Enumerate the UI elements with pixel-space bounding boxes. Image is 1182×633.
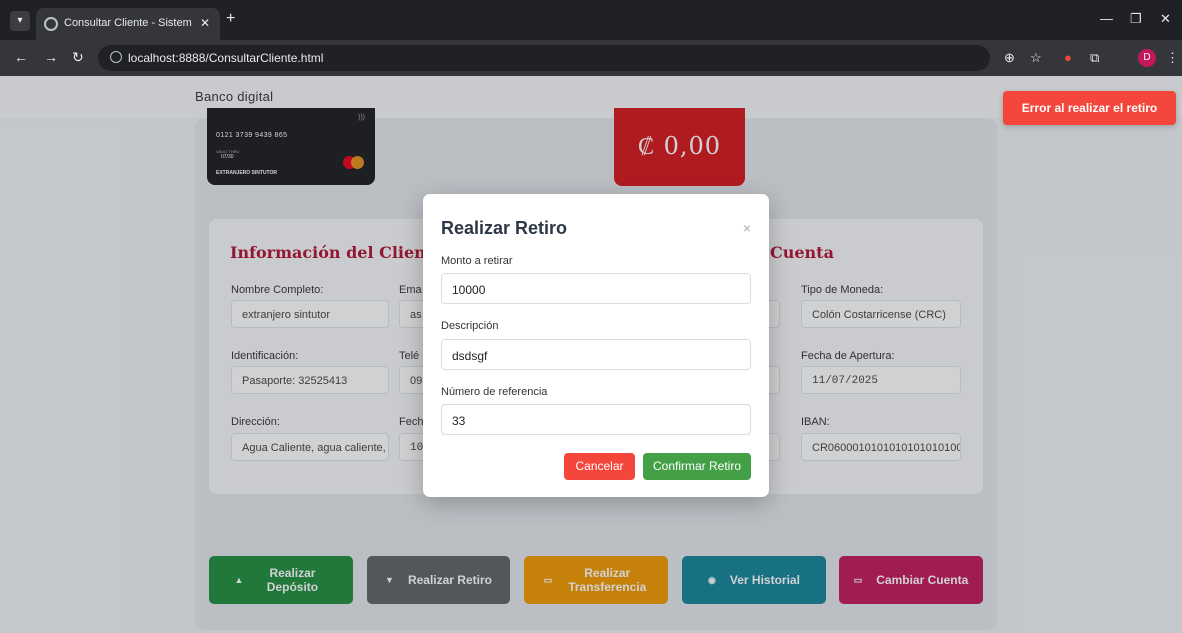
browser-menu-icon[interactable]: ⋮ [1166,50,1179,66]
tab-search-icon[interactable]: ▾ [10,11,30,31]
bookmark-star-icon[interactable]: ☆ [1030,50,1042,66]
description-input[interactable]: dsdsgf [441,339,751,370]
modal-close-icon[interactable]: × [743,220,751,236]
tab-close-icon[interactable]: ✕ [200,16,210,30]
globe-icon [44,17,58,31]
modal-title: Realizar Retiro [441,218,568,238]
back-icon[interactable]: ← [14,49,28,65]
error-toast[interactable]: Error al realizar el retiro [1003,91,1176,125]
amount-input[interactable]: 10000 [441,273,751,304]
address-url: localhost:8888/ConsultarCliente.html [128,51,324,65]
restore-icon[interactable]: ❐ [1130,11,1142,27]
site-info-icon[interactable] [110,51,122,63]
profile-avatar[interactable]: D [1138,49,1156,67]
amount-label: Monto a retirar [441,255,513,267]
cancel-button[interactable]: Cancelar [564,453,635,480]
reference-input[interactable]: 33 [441,404,751,435]
window-close-icon[interactable]: ✕ [1160,11,1171,27]
withdraw-modal: Realizar Retiro × Monto a retirar 10000 … [423,194,769,497]
minimize-icon[interactable]: — [1100,11,1113,26]
zoom-icon[interactable]: ⊕ [1004,50,1015,66]
tab-title: Consultar Cliente - Sistema Ban [64,17,192,29]
extensions-puzzle-icon[interactable]: ⧉ [1090,50,1099,66]
page-content: Banco digital ))) 0121 3739 9439 865 VAL… [0,76,1182,633]
reference-label: Número de referencia [441,386,548,398]
browser-tabbar: ▾ Consultar Cliente - Sistema Ban ✕ + — … [0,0,1182,40]
confirm-withdraw-button[interactable]: Confirmar Retiro [643,453,751,480]
forward-icon[interactable]: → [44,49,58,65]
extension-icon[interactable]: ● [1064,50,1072,65]
browser-tab[interactable]: Consultar Cliente - Sistema Ban ✕ [36,8,220,40]
browser-toolbar: ← → ↻ localhost:8888/ConsultarCliente.ht… [0,40,1182,76]
new-tab-icon[interactable]: + [226,10,235,28]
description-label: Descripción [441,320,499,332]
reload-icon[interactable]: ↻ [72,49,84,66]
address-bar[interactable]: localhost:8888/ConsultarCliente.html [98,45,990,71]
